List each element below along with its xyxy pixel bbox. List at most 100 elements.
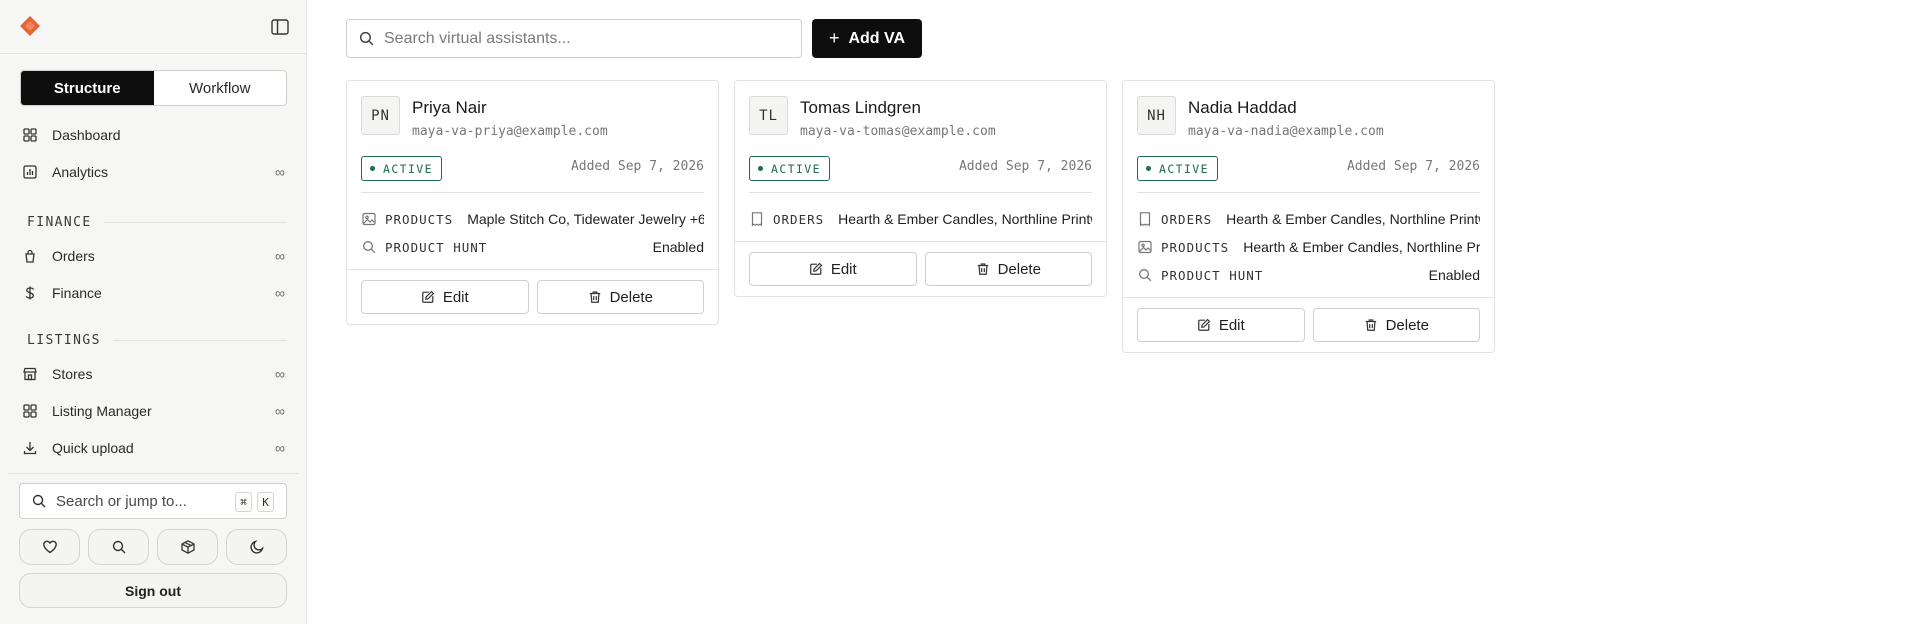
va-card: PN Priya Nair maya-va-priya@example.com … — [346, 80, 719, 325]
sidebar-toggle-icon[interactable] — [270, 17, 290, 37]
item-badge: ∞ — [275, 248, 285, 264]
sidebar-item-stores[interactable]: Stores ∞ — [20, 359, 287, 389]
item-badge: ∞ — [275, 403, 285, 419]
section-heading-finance: FINANCE — [27, 215, 287, 230]
va-search-input[interactable] — [384, 29, 784, 48]
trash-icon — [1365, 319, 1376, 331]
search-icon — [1139, 269, 1152, 282]
tab-structure[interactable]: Structure — [21, 71, 154, 105]
analytics-icon — [23, 165, 37, 179]
sidebar-item-orders[interactable]: Orders ∞ — [20, 241, 287, 271]
search-icon — [32, 494, 46, 508]
image-icon — [1138, 240, 1152, 254]
permission-value: Enabled — [1428, 267, 1480, 283]
sidebar-item-label: Listing Manager — [52, 403, 152, 419]
va-card: TL Tomas Lindgren maya-va-tomas@example.… — [734, 80, 1107, 297]
command-search-placeholder: Search or jump to... — [56, 492, 187, 510]
sidebar-item-label: Stores — [52, 366, 93, 382]
permission-key: ORDERS — [773, 211, 825, 227]
favorites-button[interactable] — [19, 529, 80, 565]
package-button[interactable] — [157, 529, 218, 565]
edit-button[interactable]: Edit — [749, 252, 917, 286]
permission-value: Hearth & Ember Candles, Northline Printw… — [838, 211, 1092, 227]
tab-workflow[interactable]: Workflow — [154, 71, 287, 105]
theme-toggle-button[interactable] — [226, 529, 287, 565]
item-badge: ∞ — [275, 164, 285, 180]
brand-logo-icon[interactable] — [19, 15, 41, 37]
search-icon — [112, 540, 125, 554]
permission-key: ORDERS — [1161, 211, 1213, 227]
va-card: NH Nadia Haddad maya-va-nadia@example.co… — [1122, 80, 1495, 353]
shortcut-key-k: K — [257, 492, 274, 512]
orders-icon — [25, 249, 35, 263]
sidebar-item-label: Dashboard — [52, 127, 121, 143]
permission-row: PRODUCT HUNT Enabled — [347, 233, 718, 261]
sidebar-item-dashboard[interactable]: Dashboard — [20, 120, 287, 150]
va-email: maya-va-priya@example.com — [412, 124, 608, 139]
search-button[interactable] — [88, 529, 149, 565]
va-name: Priya Nair — [412, 98, 487, 117]
va-name: Tomas Lindgren — [800, 98, 921, 117]
va-email: maya-va-tomas@example.com — [800, 124, 996, 139]
sidebar-item-analytics[interactable]: Analytics ∞ — [20, 157, 287, 187]
store-icon — [23, 367, 37, 381]
status-badge: ACTIVE — [749, 156, 830, 181]
added-date: Added Sep 7, 2026 — [958, 159, 1092, 174]
grid-icon — [23, 404, 37, 418]
item-badge: ∞ — [275, 440, 285, 456]
status-badge: ACTIVE — [361, 156, 442, 181]
add-va-button[interactable]: + Add VA — [812, 19, 922, 58]
permission-row: ORDERS Hearth & Ember Candles, Northline… — [1123, 205, 1494, 233]
sidebar-divider — [8, 473, 299, 474]
delete-button[interactable]: Delete — [536, 280, 704, 314]
permission-row: PRODUCTS Hearth & Ember Candles, Northli… — [1123, 233, 1494, 261]
edit-button[interactable]: Edit — [1137, 308, 1305, 342]
permission-row: PRODUCT HUNT Enabled — [1123, 261, 1494, 289]
avatar: PN — [361, 96, 400, 135]
status-badge: ACTIVE — [1137, 156, 1218, 181]
image-icon — [362, 212, 376, 226]
plus-icon: + — [828, 28, 840, 48]
va-search — [346, 19, 802, 58]
trash-icon — [589, 291, 600, 303]
download-icon — [23, 442, 37, 455]
receipt-icon — [1139, 212, 1151, 227]
package-icon — [180, 540, 195, 554]
permission-key: PRODUCT HUNT — [1161, 267, 1264, 283]
delete-button[interactable]: Delete — [1312, 308, 1480, 342]
sidebar-item-label: Analytics — [52, 164, 109, 180]
item-badge: ∞ — [275, 366, 285, 382]
sidebar-header — [0, 0, 306, 54]
edit-icon — [421, 290, 435, 303]
sidebar-item-quick-upload[interactable]: Quick upload ∞ — [20, 433, 287, 463]
avatar: NH — [1137, 96, 1176, 135]
delete-button[interactable]: Delete — [924, 252, 1092, 286]
heart-icon — [42, 540, 57, 554]
permission-key: PRODUCTS — [385, 211, 454, 227]
receipt-icon — [751, 212, 763, 227]
sidebar-item-listing-manager[interactable]: Listing Manager ∞ — [20, 396, 287, 426]
shortcut-key-cmd: ⌘ — [235, 492, 252, 512]
add-va-label: Add VA — [848, 29, 906, 47]
sidebar-item-finance[interactable]: Finance ∞ — [20, 278, 287, 308]
command-search[interactable]: Search or jump to... ⌘ K — [19, 483, 287, 519]
permission-key: PRODUCT HUNT — [385, 239, 488, 255]
avatar: TL — [749, 96, 788, 135]
permission-key: PRODUCTS — [1161, 239, 1230, 255]
quick-actions — [19, 529, 287, 565]
va-name: Nadia Haddad — [1188, 98, 1297, 117]
added-date: Added Sep 7, 2026 — [570, 159, 704, 174]
sidebar-item-label: Finance — [52, 285, 102, 301]
item-badge: ∞ — [275, 285, 285, 301]
sidebar: Structure Workflow Dashboard Analytics ∞… — [0, 0, 307, 624]
edit-icon — [1197, 318, 1211, 331]
permission-value: Hearth & Ember Candles, Northline Printw… — [1243, 239, 1480, 255]
sidebar-item-label: Orders — [52, 248, 95, 264]
edit-button[interactable]: Edit — [361, 280, 529, 314]
trash-icon — [977, 263, 988, 275]
moon-icon — [249, 540, 264, 554]
sign-out-button[interactable]: Sign out — [19, 573, 287, 608]
section-heading-listings: LISTINGS — [27, 333, 287, 348]
permission-value: Hearth & Ember Candles, Northline Printw… — [1226, 211, 1480, 227]
permission-value: Maple Stitch Co, Tidewater Jewelry +6 — [467, 211, 704, 227]
